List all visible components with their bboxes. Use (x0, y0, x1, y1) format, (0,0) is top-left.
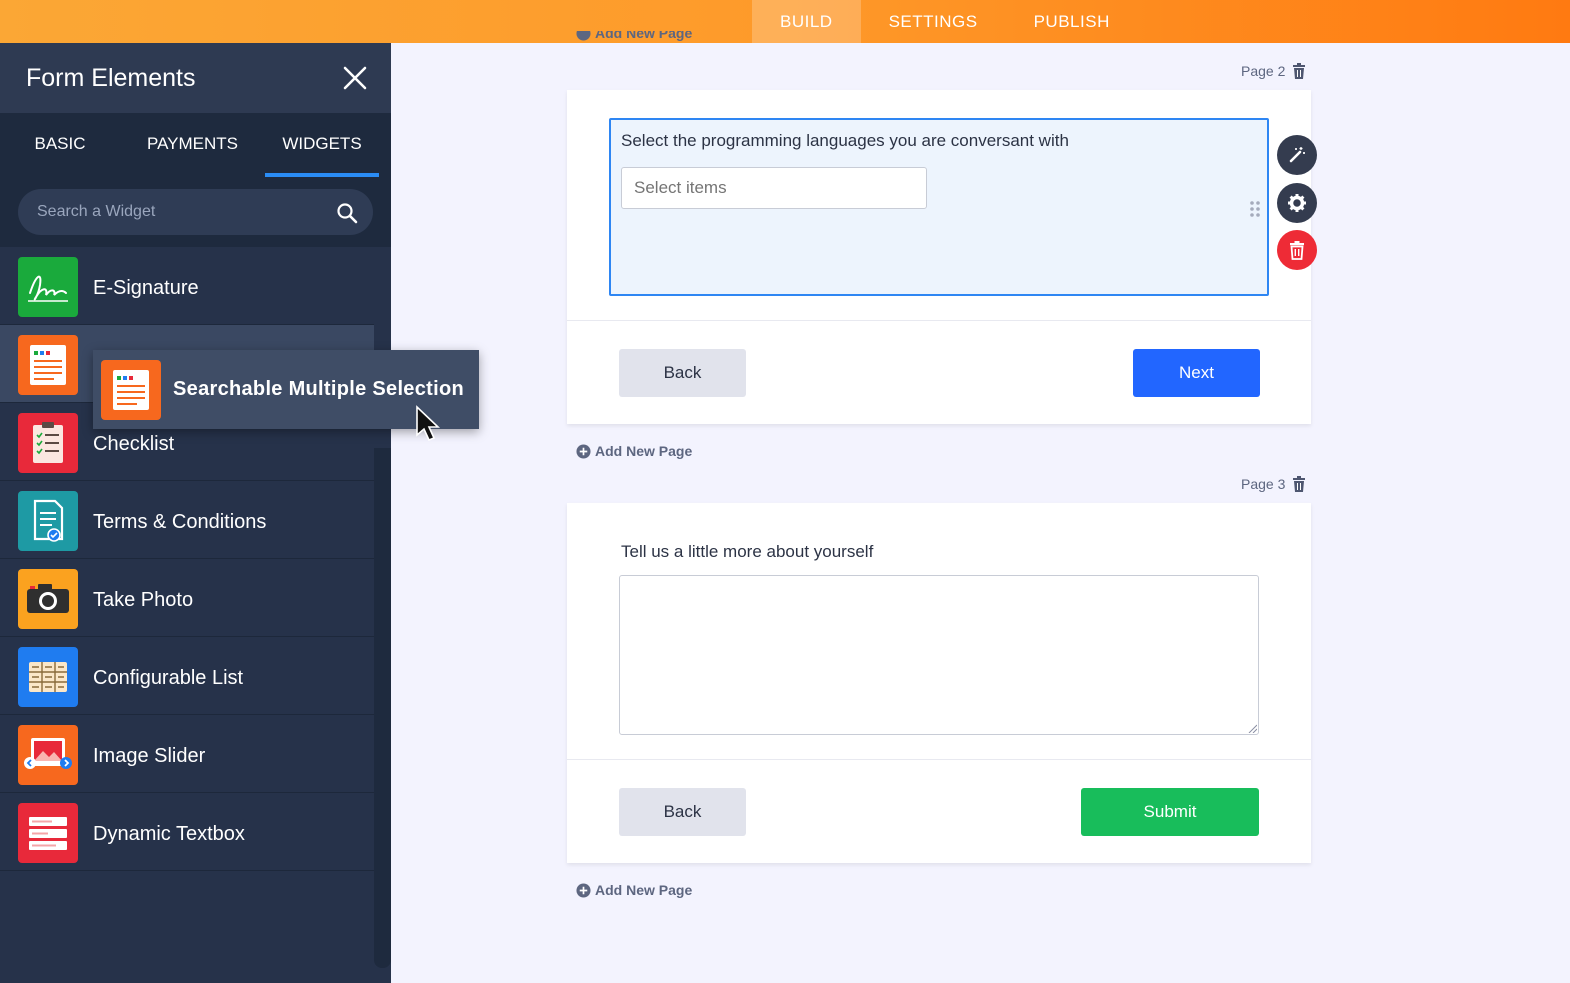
widget-item-configurable-list[interactable]: Configurable List (0, 637, 374, 715)
scrollbar-thumb[interactable] (374, 448, 391, 968)
add-new-page-link[interactable]: Add New Page (576, 882, 706, 900)
drag-handle-icon[interactable] (1249, 200, 1261, 218)
widget-item-terms-conditions[interactable]: Terms & Conditions (0, 481, 374, 559)
add-new-page-label: Add New Page (595, 443, 693, 459)
page-3-card: Tell us a little more about yourself Bac… (567, 503, 1311, 863)
tab-settings[interactable]: SETTINGS (861, 0, 1006, 43)
sidebar-title: Form Elements (26, 64, 196, 92)
page-2-label: Page 2 (1241, 63, 1286, 79)
sidebar-header: Form Elements (0, 43, 391, 113)
trash-icon[interactable] (1292, 63, 1306, 79)
widget-item-label: Configurable List (93, 667, 244, 689)
sidebar-tabs: BASIC PAYMENTS WIDGETS (0, 113, 391, 177)
tab-widgets[interactable]: WIDGETS (265, 113, 379, 177)
multiselect-list-icon (101, 360, 161, 420)
mouse-pointer-icon (416, 405, 440, 442)
widget-item-dynamic-textbox[interactable]: Dynamic Textbox (0, 793, 374, 871)
add-new-page-link[interactable]: Add New Page (576, 443, 706, 461)
widget-item-label: Checklist (93, 433, 175, 455)
camera-icon (18, 569, 78, 629)
about-yourself-textarea[interactable] (619, 575, 1259, 735)
form-elements-sidebar: Form Elements BASIC PAYMENTS WIDGETS E-S… (0, 43, 391, 983)
plus-circle-icon (576, 444, 591, 459)
top-bar: BUILD SETTINGS PUBLISH (0, 0, 1570, 43)
plus-circle-icon (576, 31, 591, 41)
back-button[interactable]: Back (619, 349, 746, 397)
textbox-icon (18, 803, 78, 863)
submit-button[interactable]: Submit (1081, 788, 1259, 836)
widget-item-label: E-Signature (93, 277, 199, 299)
field-settings-button[interactable] (1277, 183, 1317, 223)
gear-icon (1288, 194, 1306, 212)
multiselect-field-selected[interactable]: Select the programming languages you are… (609, 118, 1269, 296)
tab-publish[interactable]: PUBLISH (1006, 0, 1138, 43)
page-2-card: Select the programming languages you are… (567, 90, 1311, 424)
table-list-icon (18, 647, 78, 707)
sidebar-scrollbar[interactable] (374, 448, 391, 968)
next-button[interactable]: Next (1133, 349, 1260, 397)
widget-item-label: Terms & Conditions (93, 511, 267, 533)
multiselect-list-icon (18, 335, 78, 395)
tab-build[interactable]: BUILD (752, 0, 861, 43)
signature-icon (18, 257, 78, 317)
widget-item-image-slider[interactable]: Image Slider (0, 715, 374, 793)
plus-circle-icon (576, 883, 591, 898)
resize-handle-icon[interactable] (1247, 723, 1257, 733)
tab-basic[interactable]: BASIC (0, 113, 120, 177)
page-3-label: Page 3 (1241, 476, 1286, 492)
widget-list: E-Signature Checklist Terms & Conditions… (0, 247, 374, 871)
search-icon[interactable] (336, 202, 358, 224)
magic-wand-icon (1289, 147, 1305, 163)
add-new-page-label: Add New Page (595, 31, 693, 41)
card-divider (567, 759, 1311, 760)
widget-item-take-photo[interactable]: Take Photo (0, 559, 374, 637)
document-check-icon (18, 491, 78, 551)
widget-search-wrap (0, 177, 391, 247)
tab-payments[interactable]: PAYMENTS (120, 113, 265, 177)
delete-field-button[interactable] (1277, 230, 1317, 270)
question-label: Select the programming languages you are… (621, 131, 1069, 150)
add-new-page-label: Add New Page (595, 882, 693, 898)
magic-wand-button[interactable] (1277, 135, 1317, 175)
question-label: Tell us a little more about yourself (621, 542, 874, 561)
add-new-page-link-top[interactable]: Add New Page (576, 31, 696, 43)
card-divider (567, 320, 1311, 321)
clipboard-checklist-icon (18, 413, 78, 473)
image-slider-icon (18, 725, 78, 785)
top-nav: BUILD SETTINGS PUBLISH (752, 0, 1138, 43)
widget-item-label: Dynamic Textbox (93, 823, 245, 845)
dragging-widget-label: Searchable Multiple Selection (173, 378, 465, 400)
select-items-input[interactable] (621, 167, 927, 209)
widget-item-label: Image Slider (93, 745, 206, 767)
trash-icon (1290, 241, 1304, 260)
back-button[interactable]: Back (619, 788, 746, 836)
trash-icon[interactable] (1292, 476, 1306, 492)
widget-item-label: Take Photo (93, 589, 194, 611)
widget-search-input[interactable] (18, 189, 373, 235)
close-icon[interactable] (340, 63, 370, 93)
widget-item-e-signature[interactable]: E-Signature (0, 247, 374, 325)
